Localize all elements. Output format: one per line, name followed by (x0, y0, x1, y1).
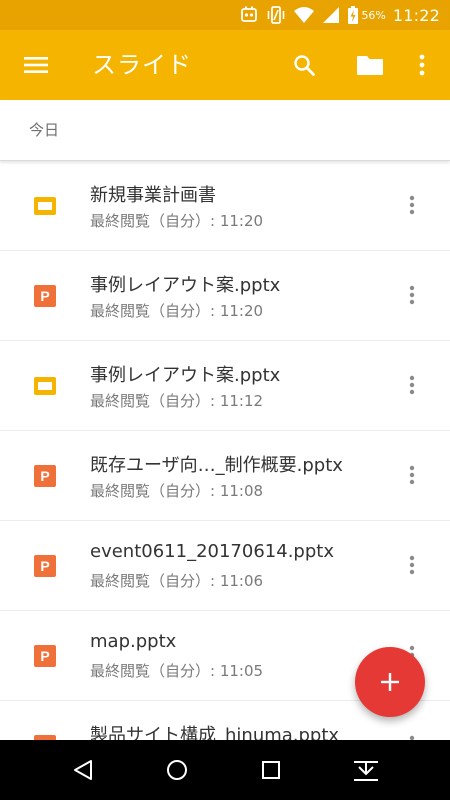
vibrate-icon (266, 5, 286, 25)
pptx-file-icon: P (34, 555, 56, 577)
wifi-icon (293, 6, 315, 24)
file-row[interactable]: P 既存ユーザ向…_制作概要.pptx 最終閲覧（自分）: 11:08 (0, 431, 450, 521)
file-name: 事例レイアウト案.pptx (90, 275, 281, 296)
app-title: スライド (92, 51, 192, 79)
slides-file-icon (34, 375, 56, 397)
svg-text:P: P (40, 558, 49, 574)
more-vert-icon (409, 195, 415, 215)
file-row[interactable]: 新規事業計画書 最終閲覧（自分）: 11:20 (0, 161, 450, 251)
more-vert-icon (409, 375, 415, 395)
pptx-file-icon: P (34, 645, 56, 667)
screen: 56% 11:22 スライド 今日 新規事業計画書 最終閲覧（自分）: 11:2… (0, 0, 450, 800)
recents-icon (262, 761, 280, 779)
hide-keyboard-button[interactable] (350, 754, 382, 786)
section-header: 今日 (0, 100, 450, 161)
svg-text:P: P (40, 288, 49, 304)
new-slide-fab[interactable] (355, 647, 425, 717)
more-vert-icon (409, 285, 415, 305)
file-name: 新規事業計画書 (90, 185, 216, 206)
file-last-viewed: 最終閲覧（自分）: 11:08 (90, 482, 264, 500)
battery-charging-icon (347, 5, 359, 25)
hide-keyboard-icon (354, 761, 378, 781)
svg-text:P: P (40, 468, 49, 484)
more-vert-icon (419, 54, 425, 76)
file-row[interactable]: 事例レイアウト案.pptx 最終閲覧（自分）: 11:12 (0, 341, 450, 431)
recents-button[interactable] (255, 754, 287, 786)
file-name: 既存ユーザ向…_制作概要.pptx (90, 455, 343, 476)
menu-icon (24, 57, 48, 73)
back-icon (74, 760, 92, 780)
status-icons: 56% 11:22 (239, 0, 440, 30)
file-more-button[interactable] (398, 545, 426, 585)
file-last-viewed: 最終閲覧（自分）: 11:20 (90, 302, 264, 320)
file-name: event0611_20170614.pptx (90, 541, 334, 562)
pptx-file-icon: P (34, 465, 56, 487)
more-vert-icon (409, 465, 415, 485)
file-row[interactable]: P event0611_20170614.pptx 最終閲覧（自分）: 11:0… (0, 521, 450, 611)
file-last-viewed: 最終閲覧（自分）: 11:06 (90, 572, 264, 590)
file-name: 事例レイアウト案.pptx (90, 365, 281, 386)
notification-icon (239, 5, 259, 25)
system-nav-bar (0, 740, 450, 800)
status-bar: 56% 11:22 (0, 0, 450, 30)
battery-percent: 56% (361, 8, 386, 22)
folder-button[interactable] (355, 51, 385, 79)
more-options-button[interactable] (408, 51, 436, 79)
file-more-button[interactable] (398, 275, 426, 315)
more-vert-icon (409, 555, 415, 575)
back-button[interactable] (67, 754, 99, 786)
file-name: map.pptx (90, 631, 177, 652)
app-bar: スライド (0, 30, 450, 100)
slides-file-icon (34, 195, 56, 217)
file-last-viewed: 最終閲覧（自分）: 11:05 (90, 662, 264, 680)
search-button[interactable] (290, 51, 318, 79)
section-label-today: 今日 (29, 121, 60, 139)
home-button[interactable] (161, 754, 193, 786)
pptx-file-icon: P (34, 285, 56, 307)
file-last-viewed: 最終閲覧（自分）: 11:12 (90, 392, 264, 410)
search-icon (294, 55, 315, 76)
file-row[interactable]: P 事例レイアウト案.pptx 最終閲覧（自分）: 11:20 (0, 251, 450, 341)
signal-icon (322, 6, 340, 24)
plus-icon (381, 673, 399, 691)
folder-icon (357, 56, 383, 75)
menu-button[interactable] (22, 51, 50, 79)
home-icon (167, 760, 187, 780)
svg-text:P: P (40, 648, 49, 664)
file-more-button[interactable] (398, 185, 426, 225)
file-last-viewed: 最終閲覧（自分）: 11:20 (90, 212, 264, 230)
status-time: 11:22 (392, 5, 440, 25)
file-more-button[interactable] (398, 365, 426, 405)
file-more-button[interactable] (398, 455, 426, 495)
